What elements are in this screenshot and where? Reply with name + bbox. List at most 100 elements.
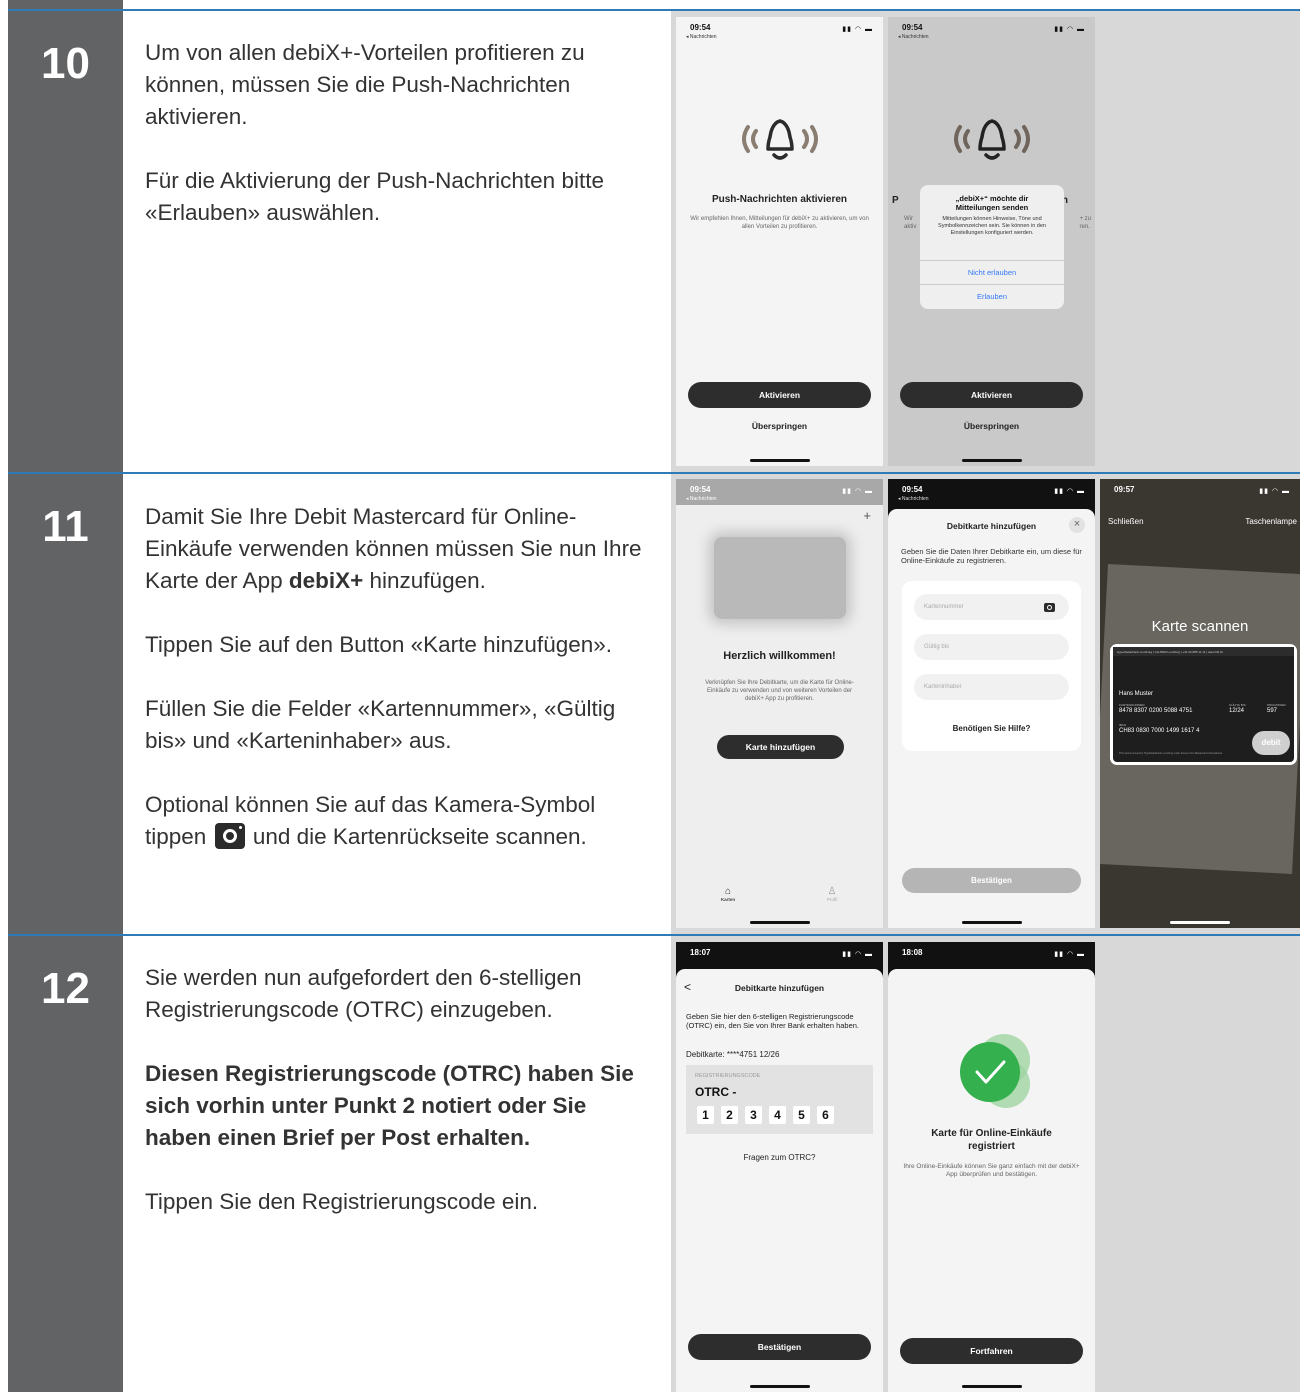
activate-button[interactable]: Aktivieren [900,382,1083,408]
status-time: 18:08 [902,948,923,957]
text-span: und die Kartenrückseite scannen. [246,824,587,849]
otrc-digit[interactable]: 2 [721,1106,738,1124]
phone-push-dialog: 09:54 ◂ Nachrichten ▮▮ ◠ ▬ P n Wir aktiv… [888,17,1095,466]
sheet-title: Debitkarte hinzufügen [946,521,1037,531]
confirm-button[interactable]: Bestätigen [902,868,1081,893]
deny-button[interactable]: Nicht erlauben [920,260,1064,284]
card-cvc: 597 [1267,708,1278,714]
card-label: PRÜFZIFFER [1267,703,1286,707]
card-number: 8478 8307 0200 5088 4751 [1119,708,1193,714]
tab-label: Karten [720,897,736,902]
field-placeholder: Kartennummer [924,604,964,610]
otrc-digits: 123456 [697,1106,841,1124]
card-footnote: This card is issued by Hypothekarbank Le… [1119,752,1223,755]
home-indicator [961,459,1022,462]
add-icon[interactable]: + [863,508,871,523]
torch-button[interactable]: Taschenlampe [1245,517,1297,526]
card-form: Kartennummer Gültig bis Karteninhaber Be… [902,581,1081,751]
permission-alert: „debiX+“ möchte dir Mitteilungen senden … [920,185,1064,309]
otrc-digit[interactable]: 3 [745,1106,762,1124]
step-10: 10 Um von allen debiX+-Vorteilen profiti… [8,11,1300,472]
back-to-messages[interactable]: ◂ Nachrichten [686,34,717,40]
step-number: 10 [41,39,90,88]
phone-otrc: 18:07 ▮▮ ◠ ▬ < Debitkarte hinzufügen Geb… [676,942,883,1392]
tab-profile[interactable]: ♙ Profil [820,886,844,902]
step-paragraph: Für die Aktivierung der Push-Nachrichten… [145,168,604,225]
otrc-digit[interactable]: 4 [769,1106,786,1124]
tab-cards[interactable]: ⌂ Karten [716,886,740,902]
card-expiry: 12/24 [1229,708,1245,714]
step-paragraph: Optional können Sie auf das Kamera-Symbo… [145,789,655,853]
step-paragraph: Damit Sie Ihre Debit Mastercard für Onli… [145,501,655,597]
status-time: 09:54 [902,485,923,494]
status-icons: ▮▮ ◠ ▬ [1259,488,1290,495]
bottom-sheet: Debitkarte hinzufügen × Geben Sie die Da… [888,509,1095,928]
screenshot-area: 18:07 ▮▮ ◠ ▬ < Debitkarte hinzufügen Geb… [671,936,1300,1392]
back-to-messages[interactable]: ◂ Nachrichten [898,496,929,502]
allow-button[interactable]: Erlauben [920,284,1064,308]
otrc-input[interactable]: REGISTRIERUNGSCODE OTRC - 123456 [686,1065,873,1134]
user-icon: ♙ [827,886,837,897]
card-scan-frame: Hypothekarbank Lenzburg | CH-5600 Lenzbu… [1110,644,1297,765]
camera-icon [214,823,245,849]
otrc-digit[interactable]: 1 [697,1106,714,1124]
status-time: 09:54 [690,485,711,494]
home-icon: ⌂ [724,886,732,897]
sheet-title: Debitkarte hinzufügen [734,983,825,993]
home-indicator [749,1385,810,1388]
cardholder-field[interactable]: Karteninhaber [914,674,1069,700]
tab-label: Profil [826,897,838,902]
card-placeholder [714,537,846,619]
status-icons: ▮▮ ◠ ▬ [842,951,873,958]
screenshot-area: 09:54 ◂ Nachrichten ▮▮ ◠ ▬ + Herzlich wi… [671,474,1300,934]
status-icons: ▮▮ ◠ ▬ [842,488,873,495]
step-paragraph: Um von allen debiX+-Vorteilen profitiere… [145,40,585,129]
back-to-messages[interactable]: ◂ Nachrichten [686,496,717,502]
help-link[interactable]: Benötigen Sie Hilfe? [902,724,1081,733]
step-text: Damit Sie Ihre Debit Mastercard für Onli… [145,501,655,885]
card-number-field[interactable]: Kartennummer [914,594,1069,620]
otrc-prefix: OTRC - [695,1085,737,1099]
screen-title: Herzlich willkommen! [723,650,836,662]
step-paragraph: Sie werden nun aufgefordert den 6-stelli… [145,965,582,1022]
home-indicator [961,1385,1022,1388]
card-label: KARTENNUMMER [1119,703,1145,707]
card-holder: Hans Muster [1119,691,1154,697]
card-info: Debitkarte: ****4751 12/26 [686,1050,780,1059]
otrc-digit[interactable]: 5 [793,1106,810,1124]
status-icons: ▮▮ ◠ ▬ [1054,951,1085,958]
card-header: Hypothekarbank Lenzburg | CH-5600 Lenzbu… [1113,647,1294,656]
skip-link[interactable]: Überspringen [676,421,883,431]
app-name: debiX+ [288,568,364,593]
phone-success: 18:08 ▮▮ ◠ ▬ Karte für Online-Einkäufe r… [888,942,1095,1392]
otrc-digit[interactable]: 6 [817,1106,834,1124]
step-12: 12 Sie werden nun aufgefordert den 6-ste… [8,936,1300,1392]
status-icons: ▮▮ ◠ ▬ [1054,488,1085,495]
skip-link[interactable]: Überspringen [888,421,1095,431]
continue-button[interactable]: Fortfahren [900,1338,1083,1364]
phone-add-card: 09:54 ◂ Nachrichten ▮▮ ◠ ▬ Debitkarte hi… [888,479,1095,928]
home-indicator [1170,921,1230,924]
phone-welcome: 09:54 ◂ Nachrichten ▮▮ ◠ ▬ + Herzlich wi… [676,479,883,928]
close-button[interactable]: Schließen [1108,517,1144,526]
status-time: 09:54 [690,23,711,32]
text-span: hinzufügen. [363,568,486,593]
home-indicator [749,921,810,924]
step-paragraph: Füllen Sie die Felder «Kartennummer», «G… [145,696,616,753]
success-title: Karte für Online-Einkäufe registriert [931,1128,1052,1152]
camera-icon[interactable] [1044,603,1055,612]
status-icons: ▮▮ ◠ ▬ [1054,26,1085,33]
confirm-button[interactable]: Bestätigen [688,1334,871,1360]
phone-scan: 09:57 ▮▮ ◠ ▬ Schließen Taschenlampe Kart… [1100,479,1300,928]
add-card-button[interactable]: Karte hinzufügen [717,735,844,759]
back-to-messages[interactable]: ◂ Nachrichten [898,34,929,40]
success-check-icon [960,1034,1030,1108]
sheet-description: Geben Sie hier den 6-stelligen Registrie… [686,1012,860,1030]
alert-body: Mitteilungen können Hinweise, Töne und S… [938,216,1046,236]
otrc-faq-link[interactable]: Fragen zum OTRC? [676,1153,883,1162]
home-indicator [961,921,1022,924]
expiry-field[interactable]: Gültig bis [914,634,1069,660]
screenshot-area: 09:54 ◂ Nachrichten ▮▮ ◠ ▬ Push-Nachrich… [671,11,1300,472]
close-icon[interactable]: × [1069,517,1085,533]
activate-button[interactable]: Aktivieren [688,382,871,408]
